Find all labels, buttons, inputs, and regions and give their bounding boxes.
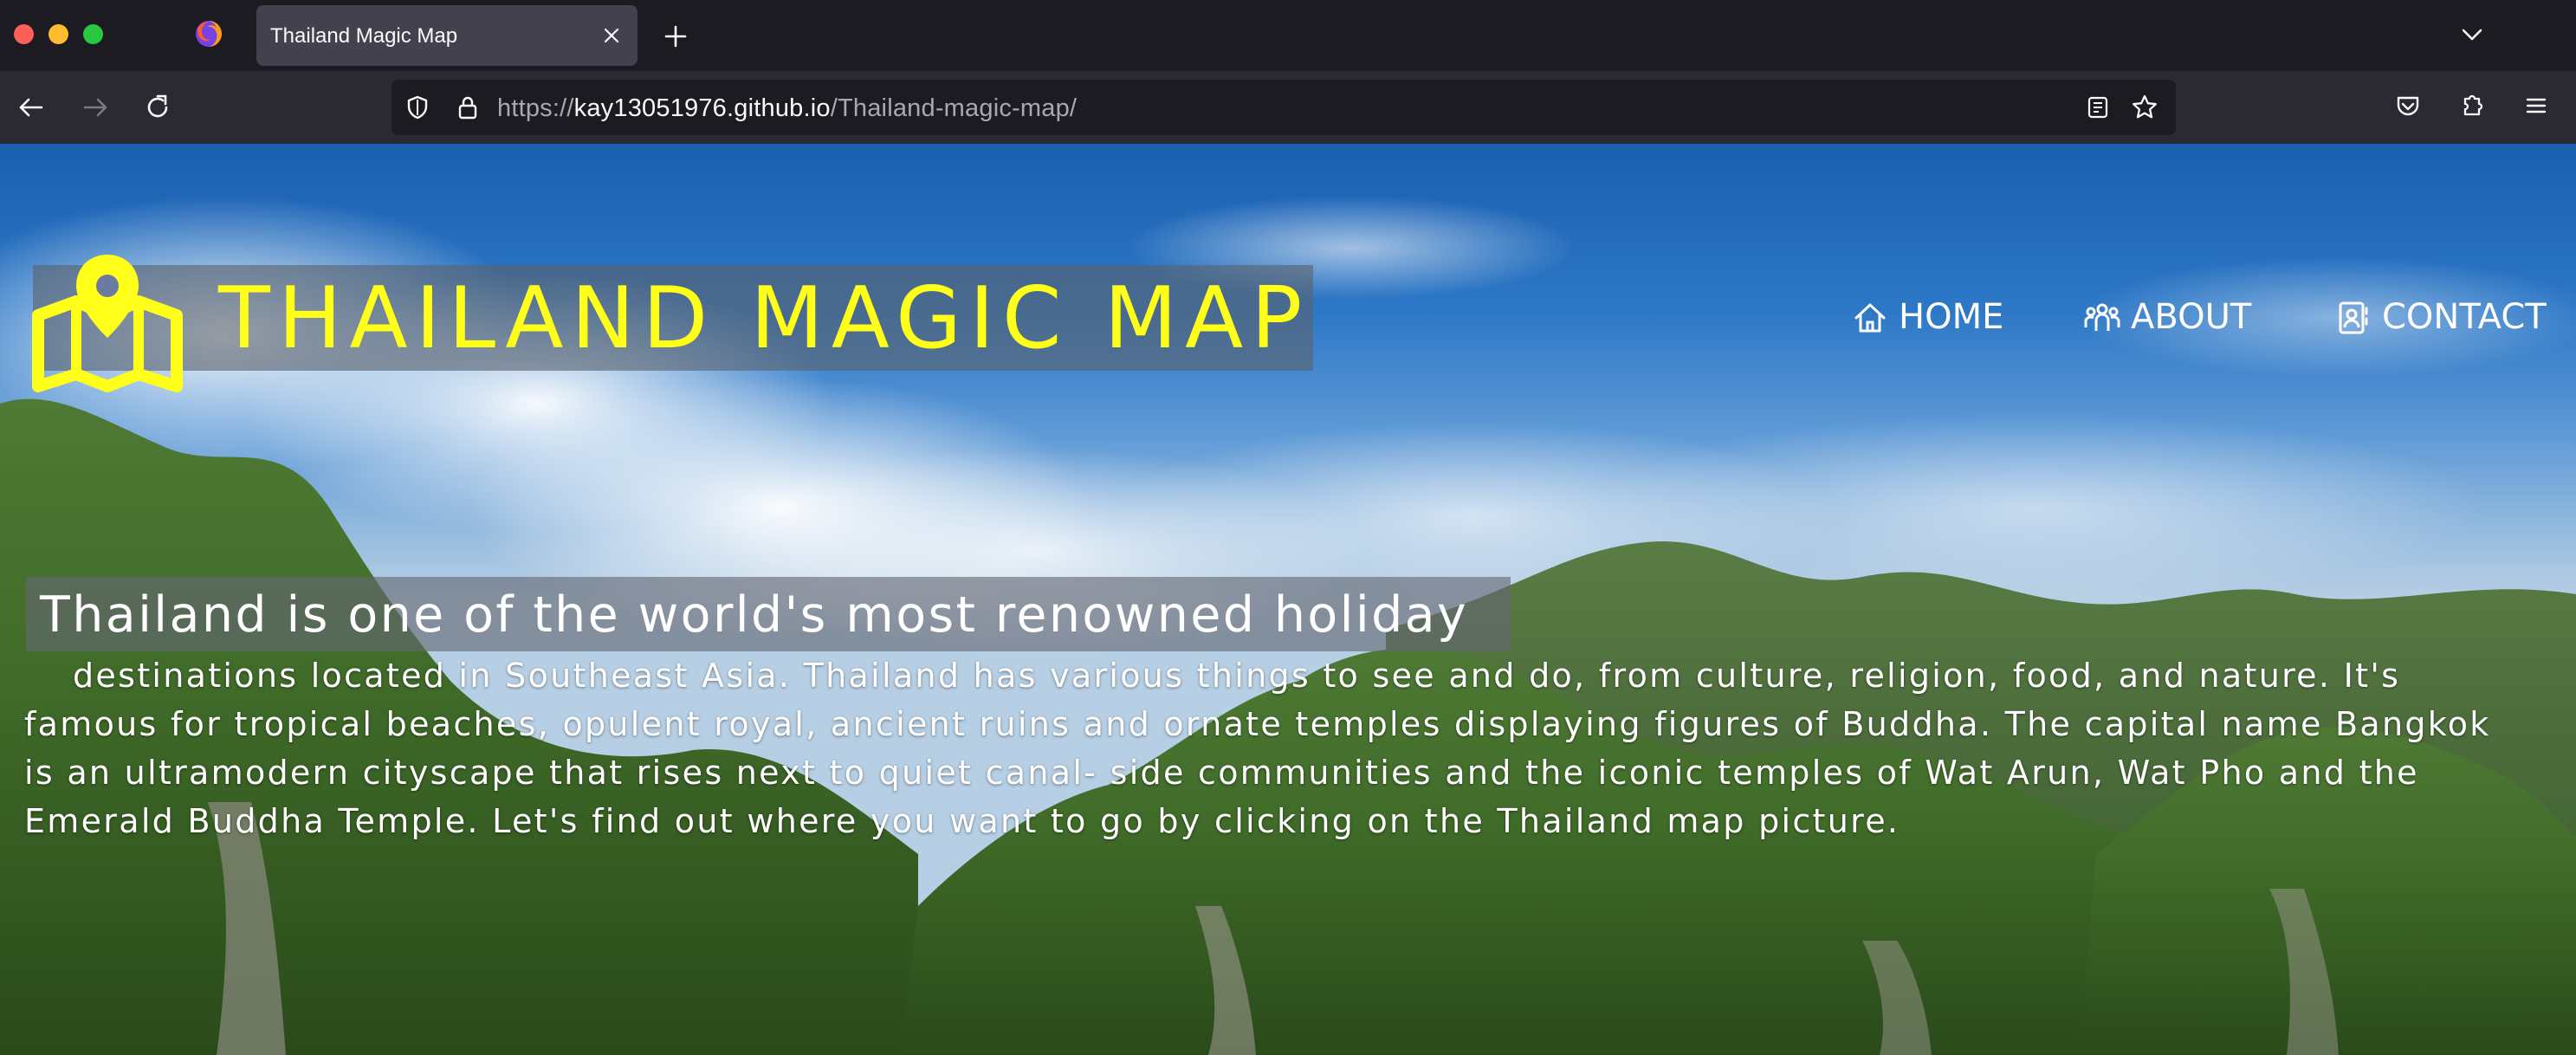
map-pin-logo-icon[interactable] — [31, 248, 184, 397]
intro-paragraph: destinations located in Southeast Asia. … — [24, 651, 2553, 845]
intro-line: is an ultramodern cityscape that rises n… — [24, 754, 2419, 792]
intro-line: famous for tropical beaches, opulent roy… — [24, 705, 2491, 743]
url-scheme: https:// — [497, 94, 574, 122]
hamburger-menu-icon[interactable] — [2521, 90, 2552, 121]
tab-close-icon[interactable] — [601, 25, 622, 46]
site-title[interactable]: THAILAND MAGIC MAP — [218, 269, 1310, 369]
nav-link-contact[interactable]: CONTACT — [2335, 291, 2547, 343]
extensions-puzzle-icon[interactable] — [2456, 90, 2488, 121]
intro-lead-text: Thailand is one of the world's most reno… — [40, 586, 1469, 644]
url-host: kay13051976.github.io — [573, 94, 831, 122]
back-arrow-icon[interactable] — [12, 88, 50, 126]
people-icon — [2084, 303, 2120, 331]
reload-icon[interactable] — [139, 88, 177, 126]
home-icon — [1854, 303, 1886, 333]
window-zoom-button[interactable] — [83, 24, 103, 44]
firefox-icon[interactable] — [194, 19, 223, 49]
forward-arrow-icon[interactable] — [76, 88, 114, 126]
chevron-down-icon[interactable] — [2455, 19, 2489, 50]
browser-tab-strip: Thailand Magic Map — [0, 0, 2576, 71]
bookmark-star-icon[interactable] — [2129, 92, 2160, 123]
active-tab[interactable]: Thailand Magic Map — [256, 5, 638, 66]
contact-card-icon — [2339, 301, 2368, 334]
url-text[interactable]: https://kay13051976.github.io/Thailand-m… — [497, 94, 1077, 123]
window-minimize-button[interactable] — [49, 24, 68, 44]
nav-label-home: HOME — [1899, 297, 2004, 337]
window-close-button[interactable] — [14, 24, 34, 44]
page-viewport: THAILAND MAGIC MAP HOME ABOUT CONTACT Th… — [0, 144, 2576, 1055]
new-tab-icon[interactable] — [658, 19, 693, 54]
nav-link-home[interactable]: HOME — [1852, 291, 2008, 343]
reader-view-icon[interactable] — [2084, 94, 2112, 121]
nav-label-about: ABOUT — [2131, 297, 2252, 337]
intro-line: destinations located in Southeast Asia. … — [73, 657, 2401, 695]
intro-line: Emerald Buddha Temple. Let's find out wh… — [24, 802, 1900, 840]
pocket-icon[interactable] — [2392, 90, 2424, 121]
tab-title: Thailand Magic Map — [270, 24, 458, 48]
browser-toolbar: https://kay13051976.github.io/Thailand-m… — [0, 71, 2576, 144]
url-path: /Thailand-magic-map/ — [830, 94, 1078, 122]
nav-label-contact: CONTACT — [2382, 297, 2547, 337]
tracking-protection-shield-icon[interactable] — [404, 94, 431, 121]
nav-link-about[interactable]: ABOUT — [2084, 291, 2257, 343]
address-bar[interactable]: https://kay13051976.github.io/Thailand-m… — [392, 80, 2176, 135]
lock-icon[interactable] — [454, 94, 482, 121]
